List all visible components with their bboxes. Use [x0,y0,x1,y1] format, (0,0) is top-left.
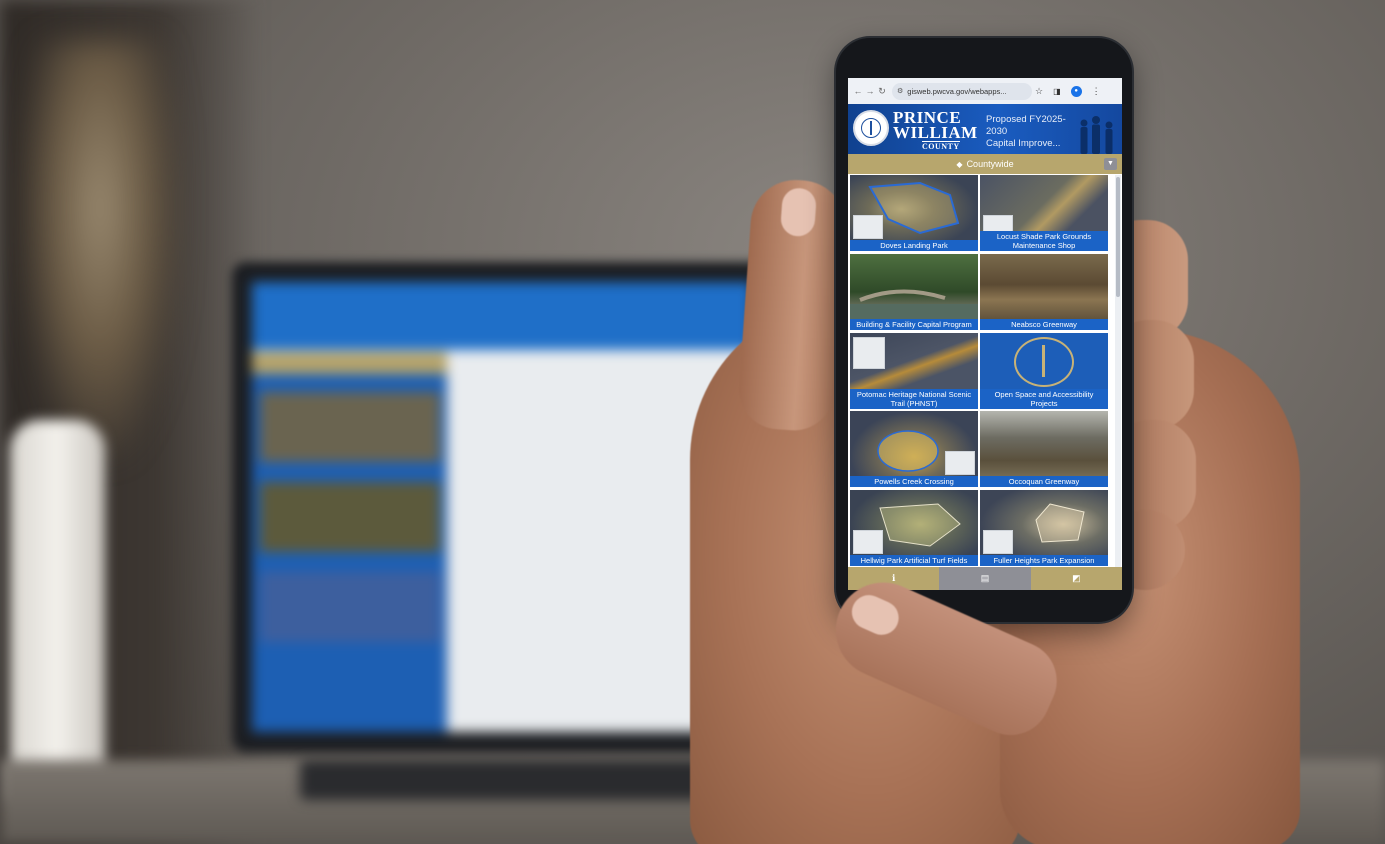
tab-map[interactable]: ◩ [1030,567,1122,590]
app-title: Proposed FY2025-2030 Capital Improve... [986,114,1076,150]
project-title: Building & Facility Capital Program [850,318,978,330]
laptop-app-filter-bar [252,352,447,374]
left-thumb [736,176,849,434]
white-vase [10,420,105,800]
project-card-phnst[interactable]: Potomac Heritage National Scenic Trail (… [850,332,978,409]
dried-plant [20,40,180,460]
project-gallery: Doves Landing Park Locust Shade Park Gro… [848,175,1118,567]
thumb-nail [846,589,905,641]
project-title: Powells Creek Crossing [850,476,978,488]
laptop-thumb [260,482,440,552]
footbridge-photo [850,289,978,320]
project-title: Doves Landing Park [850,240,978,251]
phone-screen: ← → ↻ ⚙ gisweb.pwcva.gov/webapps... ☆ ◨ … [848,78,1122,590]
url-bar[interactable]: ⚙ gisweb.pwcva.gov/webapps... [892,82,1032,100]
county-seal-logo [853,110,889,146]
app-title-line-2: Capital Improve... [986,138,1061,149]
project-card-neabsco-greenway[interactable]: Neabsco Greenway [980,253,1108,330]
project-card-powells-creek[interactable]: Powells Creek Crossing [850,411,978,488]
locator-map-icon [853,215,883,239]
gallery-icon: ▤ [980,573,990,583]
profile-icon[interactable]: ● [1070,85,1082,97]
project-card-doves-landing-park[interactable]: Doves Landing Park [850,175,978,251]
tabs-icon[interactable]: ◨ [1053,87,1061,96]
locator-map-icon [853,336,885,369]
scrollbar-thumb[interactable] [1116,177,1120,297]
tab-gallery[interactable]: ▤ [939,567,1031,590]
background-scene [0,0,1385,844]
people-silhouettes-image [1080,116,1113,154]
project-card-fuller-heights[interactable]: Fuller Heights Park Expansion [980,490,1108,567]
back-icon[interactable]: ← [852,86,864,96]
locator-map-icon [983,530,1013,555]
browser-toolbar: ← → ↻ ⚙ gisweb.pwcva.gov/webapps... ☆ ◨ … [848,78,1122,104]
seal-pillar [870,121,872,135]
site-settings-icon[interactable]: ⚙ [897,87,903,95]
laptop-thumb [260,572,440,642]
project-title: Occoquan Greenway [980,476,1108,488]
chevron-down-icon[interactable]: ▼ [1104,158,1117,170]
menu-icon[interactable]: ⋮ [1092,86,1101,97]
project-card-locust-shade[interactable]: Locust Shade Park Grounds Maintenance Sh… [980,175,1108,251]
project-card-open-space[interactable]: Open Space and Accessibility Projects [980,332,1108,409]
forward-icon[interactable]: → [864,86,876,96]
laptop-thumb [260,392,440,462]
brand-line-2: WILLIAM [893,123,978,142]
project-card-hellwig-park[interactable]: Hellwig Park Artificial Turf Fields [850,490,978,567]
project-title: Hellwig Park Artificial Turf Fields [850,555,978,567]
gallery-scrollbar[interactable] [1115,175,1121,567]
area-filter-label: Countywide [966,159,1014,169]
map-icon: ◩ [1072,573,1081,583]
project-title: Fuller Heights Park Expansion [980,555,1108,567]
app-title-line-1: Proposed FY2025-2030 [986,114,1066,137]
project-title: Neabsco Greenway [980,318,1108,330]
project-title: Open Space and Accessibility Projects [980,388,1108,409]
brand-line-3: COUNTY [922,141,960,151]
project-card-occoquan-greenway[interactable]: Occoquan Greenway [980,411,1108,488]
project-card-building-facility[interactable]: Building & Facility Capital Program [850,253,978,330]
area-filter-bar[interactable]: ◆ Countywide ▼ [848,154,1122,174]
laptop-app-header [252,282,752,350]
thumbnail-nail [779,187,818,238]
bookmark-star-icon[interactable]: ☆ [1035,86,1043,97]
locator-map-icon [853,530,883,555]
layers-icon: ◆ [956,159,963,169]
url-text: gisweb.pwcva.gov/webapps... [907,86,1007,96]
laptop-base [300,760,720,800]
project-title: Potomac Heritage National Scenic Trail (… [850,388,978,409]
project-title: Locust Shade Park Grounds Maintenance Sh… [980,231,1108,251]
seal-pillar [1042,344,1045,377]
reload-icon[interactable]: ↻ [876,86,888,97]
app-header: PRINCE WILLIAM COUNTY Proposed FY2025-20… [848,104,1122,154]
locator-map-icon [945,451,975,476]
laptop-screen [252,282,752,732]
